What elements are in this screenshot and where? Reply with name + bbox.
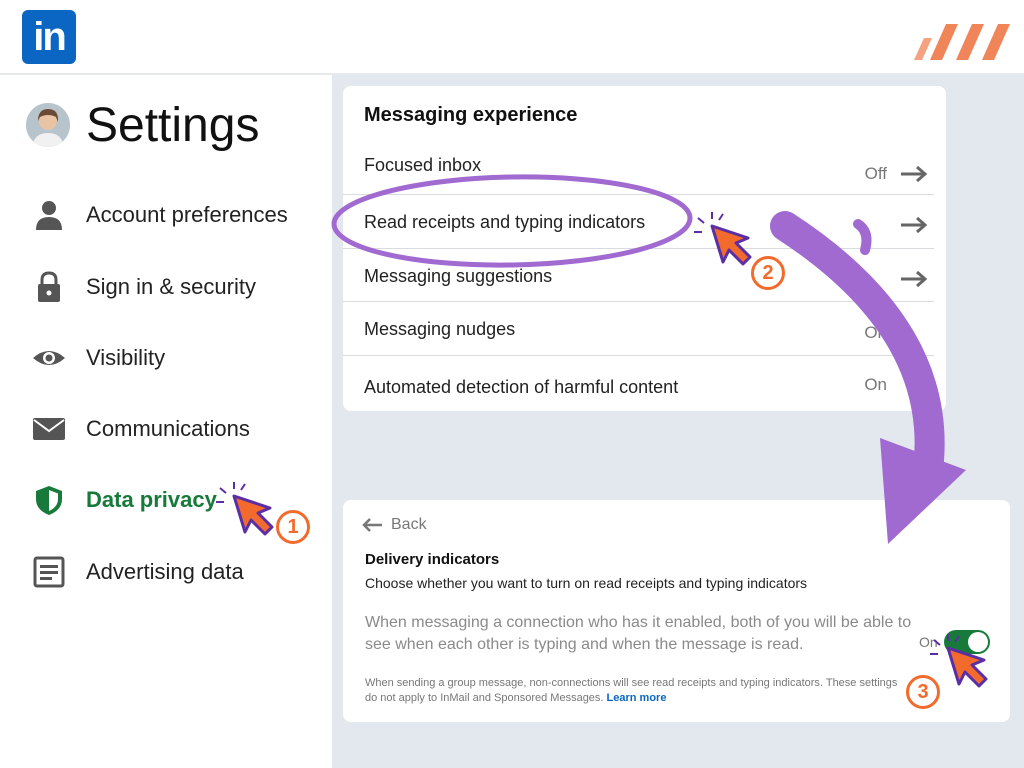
document-icon xyxy=(33,556,65,588)
row-value: On xyxy=(864,375,887,394)
sidebar-item-sign-in-security[interactable]: Sign in & security xyxy=(0,267,332,307)
arrow-right-icon xyxy=(901,216,928,234)
sidebar-item-label: Data privacy xyxy=(86,487,217,512)
messaging-experience-card: Messaging experience Focused inbox Off R… xyxy=(343,86,946,411)
arrow-right-icon xyxy=(901,270,928,288)
back-label: Back xyxy=(391,516,427,533)
top-bar: in xyxy=(0,0,1024,75)
shield-icon xyxy=(36,486,62,515)
sidebar-item-label: Sign in & security xyxy=(86,274,256,299)
card-title: Messaging experience xyxy=(364,104,578,126)
sidebar-item-communications[interactable]: Communications xyxy=(0,409,332,449)
row-label: Messaging nudges xyxy=(364,319,516,339)
brand-stripes-icon xyxy=(914,24,1010,60)
row-label: Messaging suggestions xyxy=(364,266,553,286)
row-harmful-content[interactable]: Automated detection of harmful content O… xyxy=(343,355,934,409)
detail-title: Delivery indicators xyxy=(365,551,500,568)
step-badge-3: 3 xyxy=(906,675,940,709)
page-title: Settings xyxy=(86,99,260,152)
avatar-portrait-icon xyxy=(26,103,70,147)
arrow-right-icon xyxy=(901,165,928,183)
sidebar-item-label: Communications xyxy=(86,416,250,441)
row-value: Off xyxy=(864,164,887,183)
row-value: On xyxy=(864,323,887,342)
row-label: Read receipts and typing indicators xyxy=(364,212,646,232)
lock-icon xyxy=(38,271,60,302)
linkedin-logo[interactable]: in xyxy=(22,10,76,64)
arrow-left-icon xyxy=(362,518,382,532)
row-label: Focused inbox xyxy=(364,155,482,175)
sidebar-item-visibility[interactable]: Visibility xyxy=(0,338,332,378)
row-label: Automated detection of harmful content xyxy=(364,377,679,397)
sidebar-item-account-preferences[interactable]: Account preferences xyxy=(0,195,332,235)
sidebar-item-label: Account preferences xyxy=(86,202,288,227)
sidebar-item-label: Advertising data xyxy=(86,559,244,584)
row-messaging-nudges[interactable]: Messaging nudges On xyxy=(343,301,934,355)
sidebar-item-label: Visibility xyxy=(86,345,166,370)
row-focused-inbox[interactable]: Focused inbox Off xyxy=(343,142,934,196)
detail-note: When sending a group message, non-connec… xyxy=(365,676,905,706)
sidebar-item-advertising-data[interactable]: Advertising data xyxy=(0,552,332,592)
eye-icon xyxy=(33,351,65,365)
step-badge-2: 2 xyxy=(751,256,785,290)
row-messaging-suggestions[interactable]: Messaging suggestions xyxy=(343,248,934,302)
delivery-indicators-toggle[interactable] xyxy=(944,630,990,654)
detail-description: When messaging a connection who has it e… xyxy=(365,614,912,653)
learn-more-link[interactable]: Learn more xyxy=(607,692,667,704)
toggle-state-label: On xyxy=(919,634,938,650)
detail-subtitle: Choose whether you want to turn on read … xyxy=(365,575,808,591)
row-read-receipts[interactable]: Read receipts and typing indicators xyxy=(343,194,934,248)
person-icon xyxy=(36,201,62,230)
envelope-icon xyxy=(33,418,65,440)
back-button[interactable]: Back xyxy=(361,516,427,534)
step-badge-1: 1 xyxy=(276,510,310,544)
avatar[interactable] xyxy=(26,103,70,147)
toggle-knob xyxy=(968,632,988,652)
